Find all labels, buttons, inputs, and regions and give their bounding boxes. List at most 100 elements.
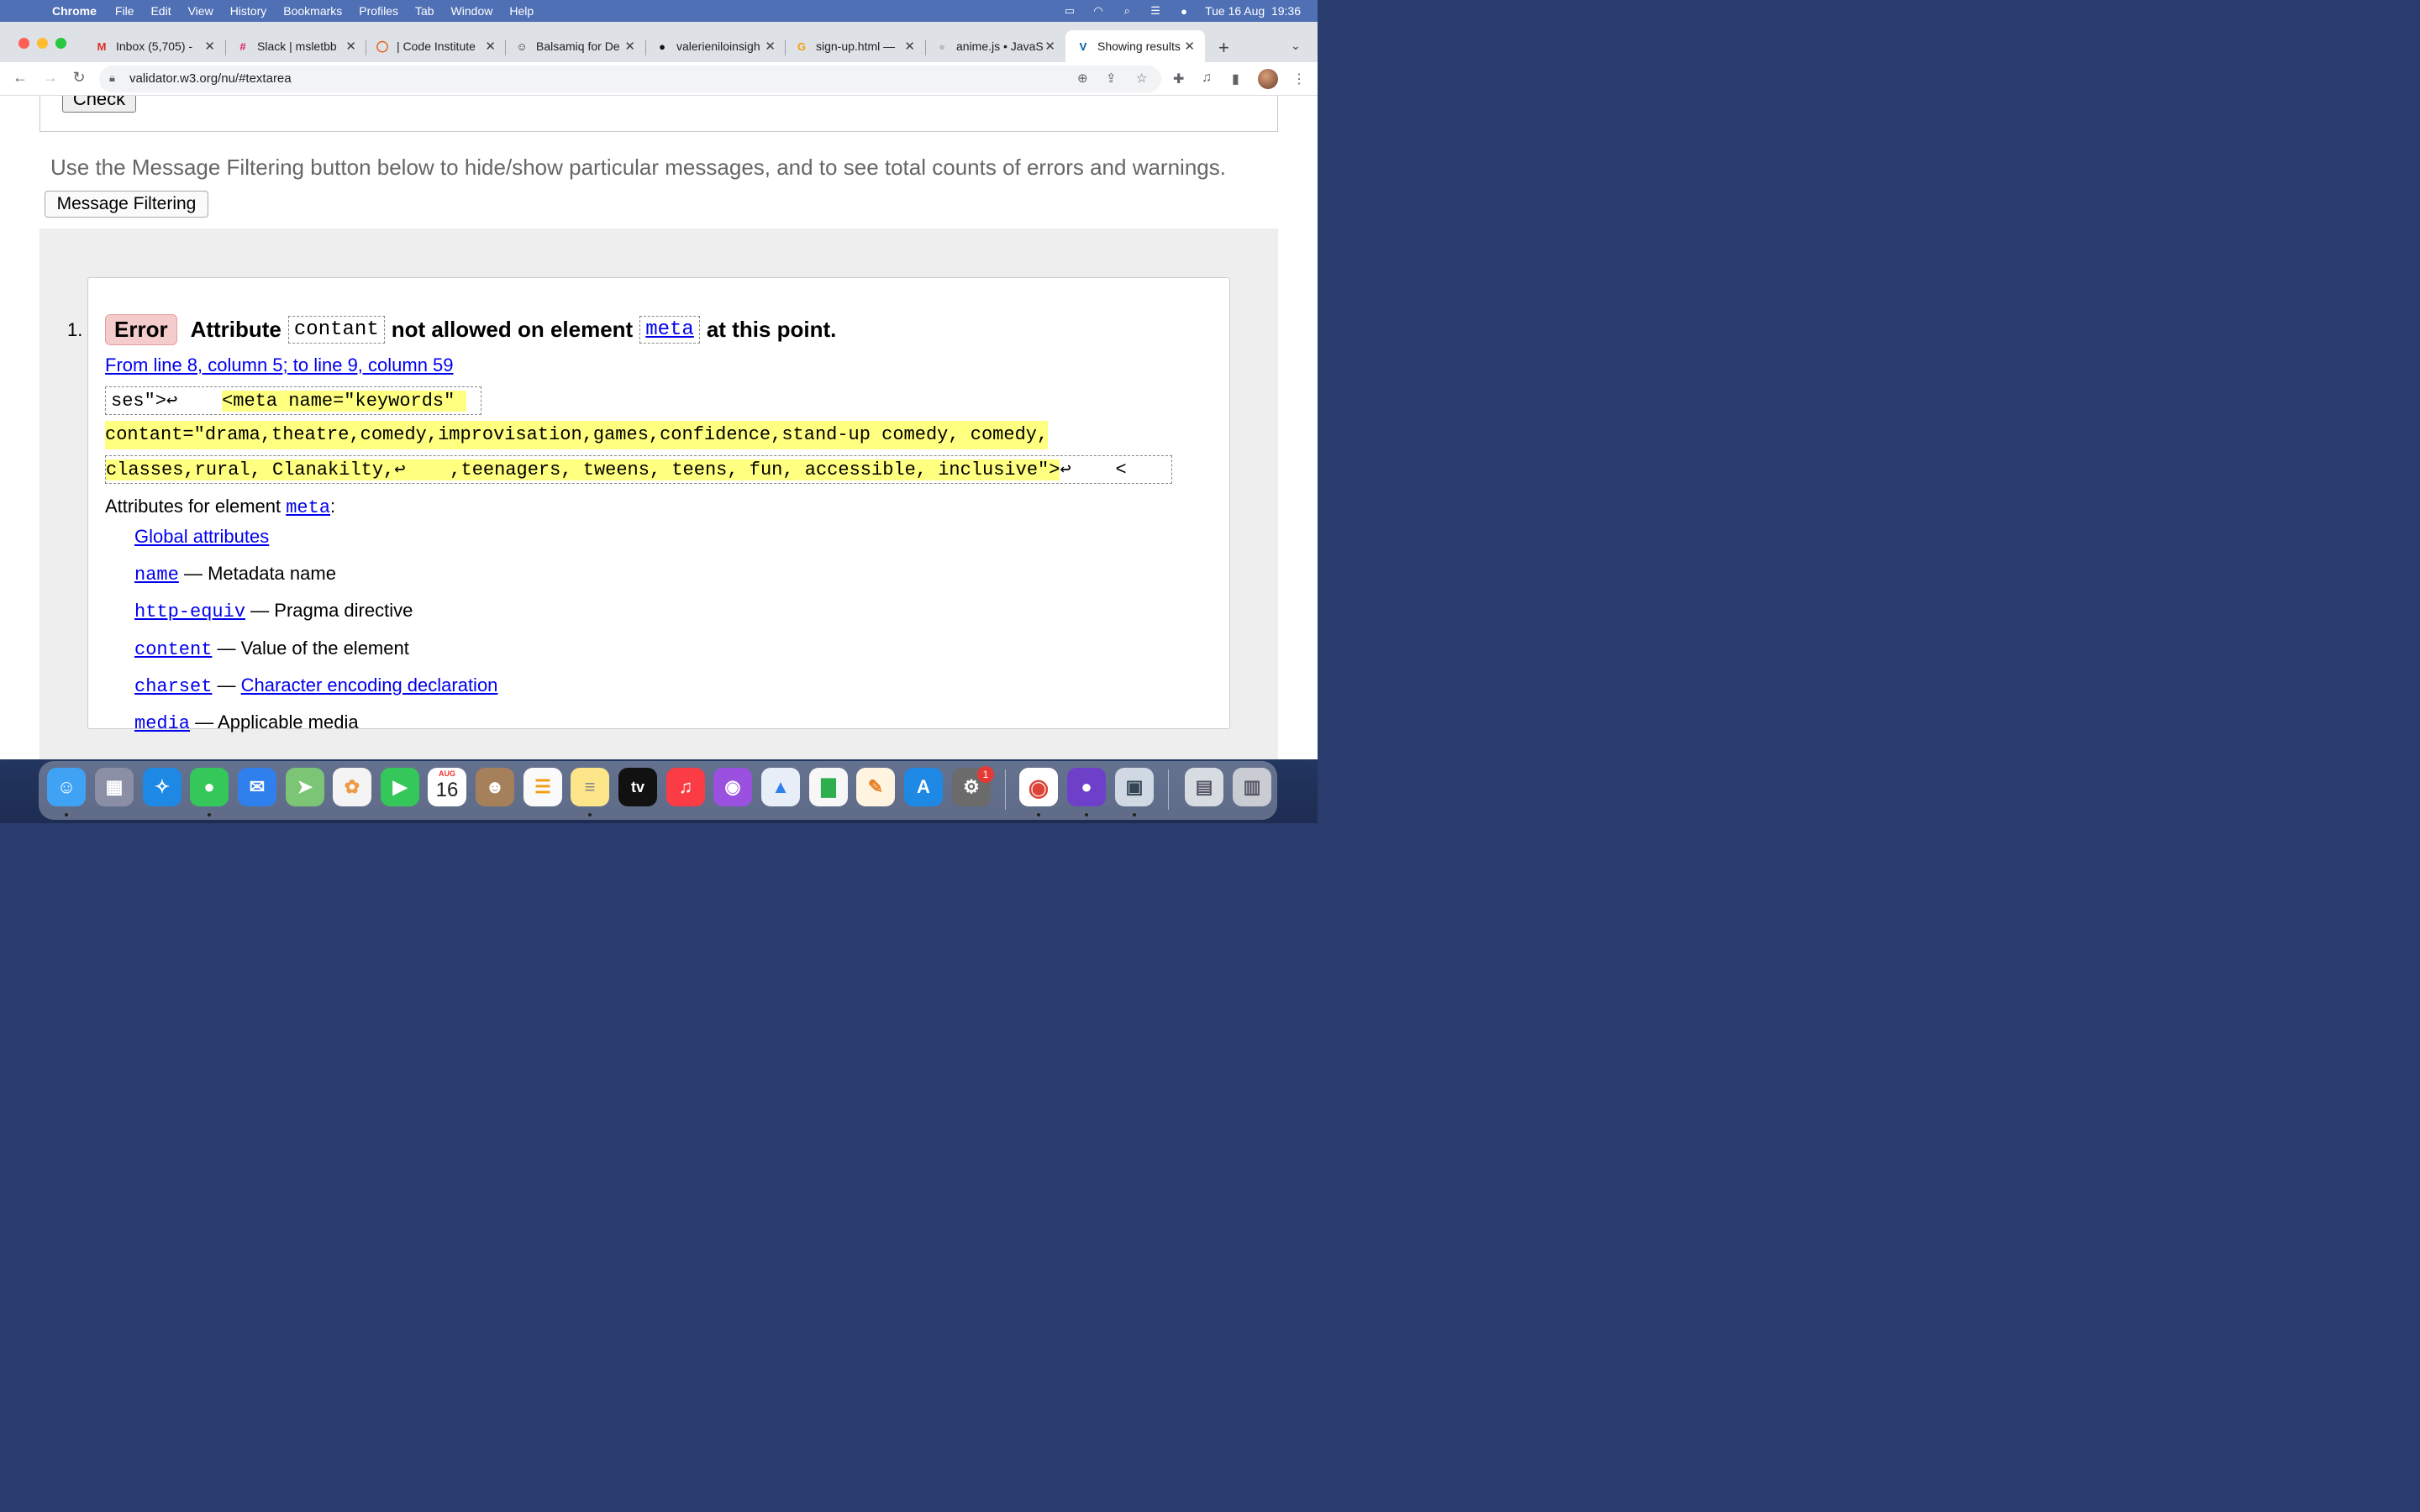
- tab-search-chevron-icon[interactable]: ⌄: [1291, 39, 1301, 53]
- numbers-icon[interactable]: ▇: [809, 768, 848, 806]
- check-button[interactable]: Check: [62, 96, 136, 113]
- close-tab-icon[interactable]: ✕: [1044, 39, 1055, 54]
- menubar-clock[interactable]: Tue 16 Aug 19:36: [1205, 4, 1301, 18]
- safari-icon[interactable]: ✧: [143, 768, 182, 806]
- attr-description-link[interactable]: Character encoding declaration: [241, 675, 498, 696]
- attr-name-link[interactable]: media: [134, 713, 190, 734]
- gitpod-icon: G: [797, 39, 807, 53]
- attr-name-link[interactable]: http-equiv: [134, 601, 245, 622]
- menu-history[interactable]: History: [230, 4, 267, 18]
- tab-w3c-validator-active[interactable]: V Showing results ✕: [1065, 30, 1205, 62]
- spotlight-search-icon[interactable]: ⌕: [1119, 4, 1134, 17]
- share-icon[interactable]: ⇪: [1106, 71, 1117, 86]
- calendar-day: 16: [435, 779, 459, 801]
- reload-icon[interactable]: ↻: [69, 69, 89, 87]
- tab-gmail[interactable]: M Inbox (5,705) - ✕: [94, 34, 220, 59]
- mail-icon[interactable]: ✉: [238, 768, 276, 806]
- extensions-icon[interactable]: ✚: [1173, 71, 1184, 87]
- attr-name-link[interactable]: content: [134, 639, 212, 660]
- music-icon[interactable]: ♫: [666, 768, 705, 806]
- finder-icon[interactable]: ☺: [47, 768, 86, 806]
- running-indicator: [588, 813, 592, 816]
- wifi-icon[interactable]: ◠: [1091, 4, 1106, 17]
- error-badge: Error: [105, 313, 177, 345]
- address-bar[interactable]: 🔒︎ validator.w3.org/nu/#textarea ⊕ ⇪ ☆: [99, 66, 1161, 92]
- attributes-meta-link[interactable]: meta: [286, 497, 330, 518]
- back-icon[interactable]: ←: [10, 69, 30, 87]
- control-center-icon[interactable]: ☰: [1148, 4, 1163, 17]
- global-attributes-text[interactable]: Global attributes: [134, 526, 269, 547]
- reminders-icon[interactable]: ☰: [523, 768, 562, 806]
- close-tab-icon[interactable]: ✕: [624, 39, 635, 54]
- launchpad-icon[interactable]: ▦: [95, 768, 134, 806]
- menu-window[interactable]: Window: [451, 4, 493, 18]
- profile-avatar[interactable]: [1258, 69, 1278, 89]
- pages-icon[interactable]: ✎: [856, 768, 895, 806]
- menu-tab[interactable]: Tab: [415, 4, 434, 18]
- more-menu-icon[interactable]: ⋮: [1292, 71, 1306, 87]
- preview-icon[interactable]: ▣: [1115, 768, 1154, 806]
- close-window-button[interactable]: [18, 38, 29, 49]
- attr-row-charset: charset — Character encoding declaration: [134, 675, 497, 697]
- downloads-folder-icon[interactable]: ▤: [1185, 768, 1223, 806]
- filter-note: Use the Message Filtering button below t…: [50, 155, 1226, 180]
- tab-gitpod[interactable]: G sign-up.html — ✕: [794, 34, 920, 59]
- media-controls-icon[interactable]: ♫: [1202, 71, 1212, 86]
- menu-help[interactable]: Help: [509, 4, 534, 18]
- maps-icon[interactable]: ➤: [286, 768, 324, 806]
- facetime-icon[interactable]: ▶: [381, 768, 419, 806]
- close-tab-icon[interactable]: ✕: [904, 39, 915, 54]
- location-link-text[interactable]: From line 8, column 5; to line 9, column…: [105, 354, 454, 375]
- calendar-icon[interactable]: AUG 16: [428, 768, 466, 806]
- attr-row-media: media — Applicable media: [134, 711, 359, 734]
- close-tab-icon[interactable]: ✕: [485, 39, 496, 54]
- bookmark-star-icon[interactable]: ☆: [1136, 71, 1147, 86]
- notes-icon[interactable]: ≡: [571, 768, 609, 806]
- menu-bookmarks[interactable]: Bookmarks: [283, 4, 342, 18]
- meta-element-link[interactable]: meta: [645, 318, 694, 341]
- tab-slack[interactable]: # Slack | msletbb ✕: [235, 34, 361, 59]
- tab-code-institute[interactable]: ◯ | Code Institute ✕: [375, 34, 501, 59]
- attr-name-link[interactable]: name: [134, 564, 179, 585]
- url-text[interactable]: validator.w3.org/nu/#textarea: [129, 71, 292, 86]
- new-tab-icon[interactable]: +: [1218, 37, 1229, 59]
- menu-file[interactable]: File: [115, 4, 134, 18]
- zoom-window-button[interactable]: [55, 38, 66, 49]
- message-filtering-button[interactable]: Message Filtering: [45, 191, 208, 218]
- photos-icon[interactable]: ✿: [333, 768, 371, 806]
- global-attributes-link[interactable]: Global attributes: [134, 526, 269, 548]
- contacts-icon[interactable]: ☻: [476, 768, 514, 806]
- lock-icon[interactable]: 🔒︎: [109, 71, 115, 85]
- keynote-icon[interactable]: ▲: [761, 768, 800, 806]
- battery-icon[interactable]: ▭: [1062, 4, 1077, 17]
- tab-balsamiq[interactable]: ☺ Balsamiq for De ✕: [514, 34, 640, 59]
- tv-label: tv: [630, 778, 644, 795]
- side-panel-icon[interactable]: ▮: [1232, 71, 1239, 87]
- github-desktop-icon[interactable]: ●: [1067, 768, 1106, 806]
- menu-edit[interactable]: Edit: [150, 4, 171, 18]
- messages-icon[interactable]: ●: [190, 768, 229, 806]
- menu-view[interactable]: View: [188, 4, 213, 18]
- msg-text-1: Attribute: [190, 316, 281, 342]
- close-tab-icon[interactable]: ✕: [765, 39, 776, 54]
- close-tab-icon[interactable]: ✕: [1184, 39, 1195, 54]
- zoom-icon[interactable]: ⊕: [1077, 71, 1088, 86]
- chrome-icon[interactable]: ◉: [1019, 768, 1058, 806]
- menu-app-chrome[interactable]: Chrome: [52, 4, 97, 18]
- app-store-icon[interactable]: A: [904, 768, 943, 806]
- forward-icon[interactable]: →: [40, 69, 60, 87]
- menu-profiles[interactable]: Profiles: [359, 4, 398, 18]
- apple-tv-icon[interactable]: tv: [618, 768, 657, 806]
- close-tab-icon[interactable]: ✕: [204, 39, 215, 54]
- attr-separator: —: [183, 563, 203, 584]
- close-tab-icon[interactable]: ✕: [345, 39, 356, 54]
- tab-animejs[interactable]: ● anime.js • JavaS ✕: [934, 34, 1060, 59]
- code-institute-icon: ◯: [376, 39, 389, 52]
- siri-icon[interactable]: ●: [1176, 5, 1192, 18]
- minimize-window-button[interactable]: [37, 38, 48, 49]
- trash-icon[interactable]: ▥: [1233, 768, 1271, 806]
- location-link[interactable]: From line 8, column 5; to line 9, column…: [105, 354, 454, 376]
- podcasts-icon[interactable]: ◉: [713, 768, 752, 806]
- tab-github[interactable]: ● valerieniloinsigh ✕: [655, 34, 781, 59]
- attr-name-link[interactable]: charset: [134, 676, 212, 697]
